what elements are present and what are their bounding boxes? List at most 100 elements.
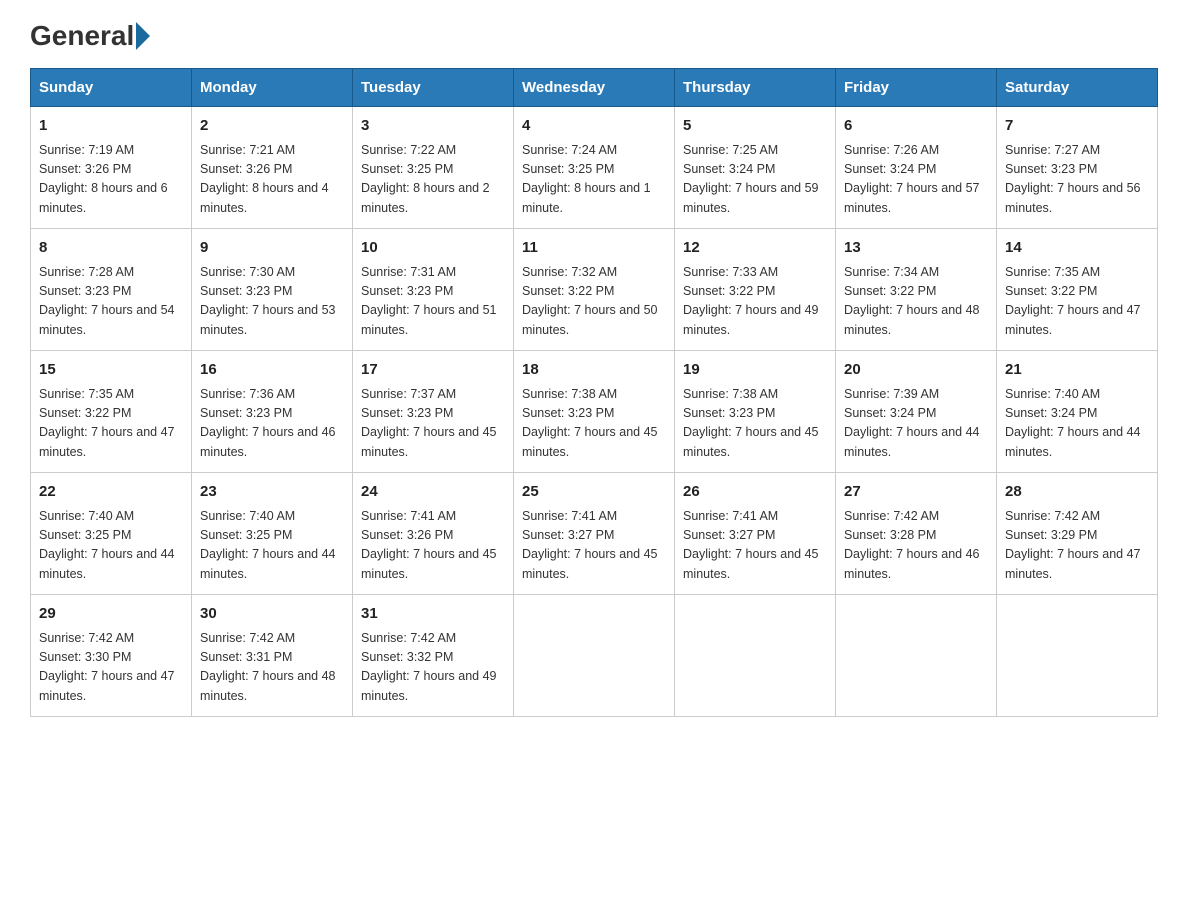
calendar-day-header: Thursday — [675, 69, 836, 107]
calendar-week-row: 1 Sunrise: 7:19 AMSunset: 3:26 PMDaylight… — [31, 107, 1158, 229]
day-info: Sunrise: 7:35 AMSunset: 3:22 PMDaylight:… — [1005, 263, 1149, 341]
calendar-day-cell: 14 Sunrise: 7:35 AMSunset: 3:22 PMDayligh… — [997, 229, 1158, 351]
day-info: Sunrise: 7:38 AMSunset: 3:23 PMDaylight:… — [683, 385, 827, 463]
day-number: 8 — [39, 237, 183, 260]
day-number: 21 — [1005, 359, 1149, 382]
day-number: 27 — [844, 481, 988, 504]
calendar-day-cell — [836, 595, 997, 717]
day-number: 22 — [39, 481, 183, 504]
day-info: Sunrise: 7:27 AMSunset: 3:23 PMDaylight:… — [1005, 141, 1149, 219]
day-info: Sunrise: 7:42 AMSunset: 3:28 PMDaylight:… — [844, 507, 988, 585]
calendar-day-cell: 3 Sunrise: 7:22 AMSunset: 3:25 PMDaylight… — [353, 107, 514, 229]
day-info: Sunrise: 7:35 AMSunset: 3:22 PMDaylight:… — [39, 385, 183, 463]
day-info: Sunrise: 7:40 AMSunset: 3:25 PMDaylight:… — [200, 507, 344, 585]
calendar-day-cell — [675, 595, 836, 717]
calendar-day-cell: 20Sunrise: 7:39 AMSunset: 3:24 PMDayligh… — [836, 351, 997, 473]
calendar-day-cell: 31 Sunrise: 7:42 AMSunset: 3:32 PMDayligh… — [353, 595, 514, 717]
day-number: 14 — [1005, 237, 1149, 260]
day-info: Sunrise: 7:39 AMSunset: 3:24 PMDaylight:… — [844, 385, 988, 463]
day-number: 16 — [200, 359, 344, 382]
calendar-day-header: Saturday — [997, 69, 1158, 107]
calendar-day-cell: 10 Sunrise: 7:31 AMSunset: 3:23 PMDayligh… — [353, 229, 514, 351]
calendar-day-cell: 8 Sunrise: 7:28 AMSunset: 3:23 PMDaylight… — [31, 229, 192, 351]
calendar-day-cell: 25 Sunrise: 7:41 AMSunset: 3:27 PMDayligh… — [514, 473, 675, 595]
day-info: Sunrise: 7:41 AMSunset: 3:27 PMDaylight:… — [522, 507, 666, 585]
day-info: Sunrise: 7:37 AMSunset: 3:23 PMDaylight:… — [361, 385, 505, 463]
calendar-day-cell: 2Sunrise: 7:21 AMSunset: 3:26 PMDaylight… — [192, 107, 353, 229]
day-info: Sunrise: 7:40 AMSunset: 3:24 PMDaylight:… — [1005, 385, 1149, 463]
day-info: Sunrise: 7:25 AMSunset: 3:24 PMDaylight:… — [683, 141, 827, 219]
calendar-day-cell: 15 Sunrise: 7:35 AMSunset: 3:22 PMDayligh… — [31, 351, 192, 473]
day-number: 19 — [683, 359, 827, 382]
calendar-day-cell: 22Sunrise: 7:40 AMSunset: 3:25 PMDayligh… — [31, 473, 192, 595]
calendar-day-cell: 17 Sunrise: 7:37 AMSunset: 3:23 PMDayligh… — [353, 351, 514, 473]
calendar-day-header: Monday — [192, 69, 353, 107]
day-info: Sunrise: 7:33 AMSunset: 3:22 PMDaylight:… — [683, 263, 827, 341]
day-number: 18 — [522, 359, 666, 382]
page-header: General — [30, 20, 1158, 48]
day-number: 7 — [1005, 115, 1149, 138]
calendar-day-cell: 26 Sunrise: 7:41 AMSunset: 3:27 PMDayligh… — [675, 473, 836, 595]
calendar-day-cell: 30Sunrise: 7:42 AMSunset: 3:31 PMDayligh… — [192, 595, 353, 717]
day-info: Sunrise: 7:41 AMSunset: 3:26 PMDaylight:… — [361, 507, 505, 585]
day-info: Sunrise: 7:42 AMSunset: 3:29 PMDaylight:… — [1005, 507, 1149, 585]
day-number: 28 — [1005, 481, 1149, 504]
calendar-day-cell: 21 Sunrise: 7:40 AMSunset: 3:24 PMDayligh… — [997, 351, 1158, 473]
calendar-day-cell: 12 Sunrise: 7:33 AMSunset: 3:22 PMDayligh… — [675, 229, 836, 351]
day-number: 23 — [200, 481, 344, 504]
day-number: 15 — [39, 359, 183, 382]
day-number: 11 — [522, 237, 666, 260]
day-info: Sunrise: 7:42 AMSunset: 3:30 PMDaylight:… — [39, 629, 183, 707]
calendar-week-row: 22 Sunrise: 7:40 AMSunset: 3:25 PMDayligh… — [31, 473, 1158, 595]
day-number: 2 — [200, 115, 344, 138]
day-info: Sunrise: 7:42 AMSunset: 3:32 PMDaylight:… — [361, 629, 505, 707]
day-number: 3 — [361, 115, 505, 138]
calendar-day-cell: 23 Sunrise: 7:40 AMSunset: 3:25 PMDayligh… — [192, 473, 353, 595]
calendar-day-cell: 11 Sunrise: 7:32 AMSunset: 3:22 PMDayligh… — [514, 229, 675, 351]
day-number: 1 — [39, 115, 183, 138]
calendar-week-row: 8 Sunrise: 7:28 AMSunset: 3:23 PMDaylight… — [31, 229, 1158, 351]
logo-arrow-icon — [136, 22, 150, 50]
calendar-day-cell: 6Sunrise: 7:26 AMSunset: 3:24 PMDaylight… — [836, 107, 997, 229]
day-info: Sunrise: 7:42 AMSunset: 3:31 PMDaylight:… — [200, 629, 344, 707]
day-number: 12 — [683, 237, 827, 260]
day-info: Sunrise: 7:36 AMSunset: 3:23 PMDaylight:… — [200, 385, 344, 463]
calendar-day-header: Friday — [836, 69, 997, 107]
day-info: Sunrise: 7:28 AMSunset: 3:23 PMDaylight:… — [39, 263, 183, 341]
day-number: 25 — [522, 481, 666, 504]
calendar-day-cell: 13Sunrise: 7:34 AMSunset: 3:22 PMDayligh… — [836, 229, 997, 351]
day-number: 13 — [844, 237, 988, 260]
calendar-day-cell: 24 Sunrise: 7:41 AMSunset: 3:26 PMDayligh… — [353, 473, 514, 595]
day-number: 9 — [200, 237, 344, 260]
calendar-day-cell: 1 Sunrise: 7:19 AMSunset: 3:26 PMDaylight… — [31, 107, 192, 229]
day-number: 26 — [683, 481, 827, 504]
calendar-day-header: Wednesday — [514, 69, 675, 107]
day-info: Sunrise: 7:31 AMSunset: 3:23 PMDaylight:… — [361, 263, 505, 341]
day-info: Sunrise: 7:38 AMSunset: 3:23 PMDaylight:… — [522, 385, 666, 463]
calendar-day-cell — [514, 595, 675, 717]
day-info: Sunrise: 7:22 AMSunset: 3:25 PMDaylight:… — [361, 141, 505, 219]
day-info: Sunrise: 7:32 AMSunset: 3:22 PMDaylight:… — [522, 263, 666, 341]
calendar-day-cell — [997, 595, 1158, 717]
day-number: 4 — [522, 115, 666, 138]
day-number: 31 — [361, 603, 505, 626]
calendar-day-cell: 27 Sunrise: 7:42 AMSunset: 3:28 PMDayligh… — [836, 473, 997, 595]
calendar-day-cell: 16 Sunrise: 7:36 AMSunset: 3:23 PMDayligh… — [192, 351, 353, 473]
day-number: 24 — [361, 481, 505, 504]
logo: General — [30, 20, 152, 48]
calendar-day-cell: 19 Sunrise: 7:38 AMSunset: 3:23 PMDayligh… — [675, 351, 836, 473]
day-info: Sunrise: 7:24 AMSunset: 3:25 PMDaylight:… — [522, 141, 666, 219]
calendar-day-cell: 28 Sunrise: 7:42 AMSunset: 3:29 PMDayligh… — [997, 473, 1158, 595]
day-info: Sunrise: 7:41 AMSunset: 3:27 PMDaylight:… — [683, 507, 827, 585]
day-number: 10 — [361, 237, 505, 260]
day-number: 17 — [361, 359, 505, 382]
calendar-day-cell: 29Sunrise: 7:42 AMSunset: 3:30 PMDayligh… — [31, 595, 192, 717]
day-info: Sunrise: 7:19 AMSunset: 3:26 PMDaylight:… — [39, 141, 183, 219]
day-number: 5 — [683, 115, 827, 138]
calendar-day-cell: 9 Sunrise: 7:30 AMSunset: 3:23 PMDaylight… — [192, 229, 353, 351]
logo-general-text: General — [30, 20, 134, 52]
calendar-week-row: 15 Sunrise: 7:35 AMSunset: 3:22 PMDayligh… — [31, 351, 1158, 473]
calendar-day-cell: 7 Sunrise: 7:27 AMSunset: 3:23 PMDaylight… — [997, 107, 1158, 229]
day-info: Sunrise: 7:30 AMSunset: 3:23 PMDaylight:… — [200, 263, 344, 341]
calendar-day-header: Sunday — [31, 69, 192, 107]
